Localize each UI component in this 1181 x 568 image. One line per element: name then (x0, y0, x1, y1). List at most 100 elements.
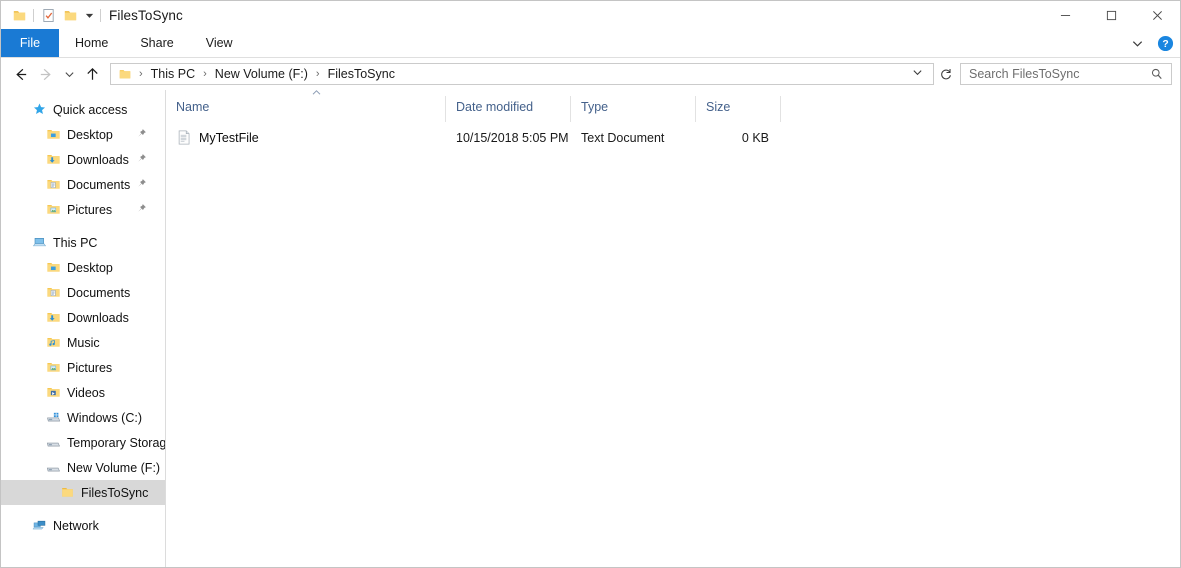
text-file-icon (176, 130, 192, 146)
column-header-label: Size (706, 100, 731, 114)
column-header-name[interactable]: Name (166, 90, 446, 122)
title-bar: FilesToSync (1, 1, 1180, 29)
sidebar-label: Desktop (67, 127, 113, 142)
tab-share[interactable]: Share (124, 29, 189, 57)
column-header-date-modified[interactable]: Date modified (446, 95, 571, 122)
network-icon (31, 518, 47, 534)
refresh-button[interactable] (934, 62, 958, 86)
navigation-pane[interactable]: Quick access Desktop Downloads Documents… (1, 90, 166, 567)
sidebar-item-filestosync[interactable]: FilesToSync (1, 480, 165, 505)
breadcrumb-folder-icon (117, 66, 133, 82)
content-area: Quick access Desktop Downloads Documents… (1, 90, 1180, 567)
close-button[interactable] (1134, 1, 1180, 29)
properties-icon[interactable] (37, 4, 59, 26)
column-header-type[interactable]: Type (571, 95, 696, 122)
tab-file[interactable]: File (1, 29, 59, 57)
folder-music-icon (45, 335, 61, 351)
toolbar-separator (33, 8, 34, 22)
sidebar-group-gap-2 (1, 505, 165, 513)
folder-pictures-icon (45, 360, 61, 376)
breadcrumb-item-new-volume[interactable]: New Volume (F:) (213, 67, 310, 81)
sidebar-item-downloads-quick[interactable]: Downloads (1, 147, 165, 172)
chevron-down-icon[interactable] (81, 4, 97, 26)
table-row[interactable]: MyTestFile 10/15/2018 5:05 PM Text Docum… (166, 126, 1180, 149)
sidebar-label: New Volume (F:) (67, 460, 161, 475)
sidebar-label: Network (53, 518, 99, 533)
sidebar-label: Downloads (67, 152, 129, 167)
sidebar-label: Pictures (67, 360, 113, 375)
sidebar-label: Temporary Storage ( (67, 435, 166, 450)
breadcrumb-item-this-pc[interactable]: This PC (149, 67, 197, 81)
breadcrumb-separator-2[interactable]: › (310, 68, 326, 80)
address-bar: › This PC › New Volume (F:) › FilesToSyn… (1, 58, 1180, 90)
search-icon[interactable] (1149, 66, 1165, 82)
help-icon[interactable]: ? (1154, 32, 1176, 54)
search-input[interactable]: Search FilesToSync (969, 67, 1149, 81)
folder-documents-icon (45, 285, 61, 301)
folder-desktop-icon (45, 260, 61, 276)
pin-icon[interactable] (136, 178, 147, 192)
sidebar-label: This PC (53, 235, 98, 250)
sidebar-item-videos[interactable]: Videos (1, 380, 165, 405)
sidebar-item-downloads-pc[interactable]: Downloads (1, 305, 165, 330)
window-title: FilesToSync (109, 7, 183, 23)
folder-documents-icon (45, 177, 61, 193)
quick-access-toolbar: FilesToSync (1, 4, 183, 26)
file-list-pane[interactable]: Name Date modified Type Size MyTestFile … (166, 90, 1180, 567)
folder-icon[interactable] (8, 4, 30, 26)
tab-home[interactable]: Home (59, 29, 124, 57)
hard-drive-icon (45, 410, 61, 426)
column-header-size[interactable]: Size (696, 95, 781, 122)
sidebar-item-documents-pc[interactable]: Documents (1, 280, 165, 305)
sidebar-item-network[interactable]: Network (1, 513, 165, 538)
column-header-label: Type (581, 100, 609, 114)
sidebar-item-temporary-storage[interactable]: Temporary Storage ( (1, 430, 165, 455)
pin-icon[interactable] (136, 203, 147, 217)
sidebar-label: Downloads (67, 310, 129, 325)
expand-ribbon-chevron-down-icon[interactable] (1124, 30, 1150, 56)
sidebar-label: Music (67, 335, 100, 350)
removable-drive-icon (45, 460, 61, 476)
minimize-button[interactable] (1042, 1, 1088, 29)
column-header-label: Name (176, 100, 210, 114)
sidebar-item-desktop-quick[interactable]: Desktop (1, 122, 165, 147)
ribbon-tabs: File Home Share View ? (1, 29, 1180, 58)
breadcrumb-item-filestosync[interactable]: FilesToSync (326, 67, 397, 81)
sidebar-item-pictures-pc[interactable]: Pictures (1, 355, 165, 380)
maximize-button[interactable] (1088, 1, 1134, 29)
file-explorer-window: FilesToSync File Home Share View ? › Thi… (0, 0, 1181, 568)
new-folder-icon[interactable] (59, 4, 81, 26)
back-button[interactable] (7, 61, 33, 87)
folder-desktop-icon (45, 127, 61, 143)
sidebar-item-new-volume-f[interactable]: New Volume (F:) (1, 455, 165, 480)
folder-pictures-icon (45, 202, 61, 218)
breadcrumb[interactable]: › This PC › New Volume (F:) › FilesToSyn… (110, 63, 934, 85)
sidebar-label: Quick access (53, 102, 128, 117)
up-button[interactable] (79, 61, 105, 87)
pin-icon[interactable] (136, 128, 147, 142)
forward-button[interactable] (33, 61, 59, 87)
column-divider[interactable] (780, 96, 781, 122)
folder-icon (59, 485, 75, 501)
tab-view[interactable]: View (190, 29, 249, 57)
sidebar-item-desktop-pc[interactable]: Desktop (1, 255, 165, 280)
breadcrumb-chevron-down-icon[interactable] (906, 67, 929, 81)
sidebar-item-windows-c[interactable]: Windows (C:) (1, 405, 165, 430)
sidebar-label: Documents (67, 177, 131, 192)
breadcrumb-separator-0[interactable]: › (133, 68, 149, 80)
file-name-cell[interactable]: MyTestFile (166, 130, 446, 146)
sidebar-item-pictures-quick[interactable]: Pictures (1, 197, 165, 222)
recent-locations-chevron-down-icon[interactable] (59, 61, 79, 87)
sidebar-item-quick-access[interactable]: Quick access (1, 97, 165, 122)
sidebar-item-music[interactable]: Music (1, 330, 165, 355)
folder-downloads-icon (45, 152, 61, 168)
pin-icon[interactable] (136, 153, 147, 167)
breadcrumb-separator-1[interactable]: › (197, 68, 213, 80)
removable-drive-icon (45, 435, 61, 451)
sidebar-label: Windows (C:) (67, 410, 143, 425)
svg-text:?: ? (1162, 39, 1168, 50)
sidebar-item-this-pc[interactable]: This PC (1, 230, 165, 255)
sidebar-item-documents-quick[interactable]: Documents (1, 172, 165, 197)
search-box[interactable]: Search FilesToSync (960, 63, 1172, 85)
